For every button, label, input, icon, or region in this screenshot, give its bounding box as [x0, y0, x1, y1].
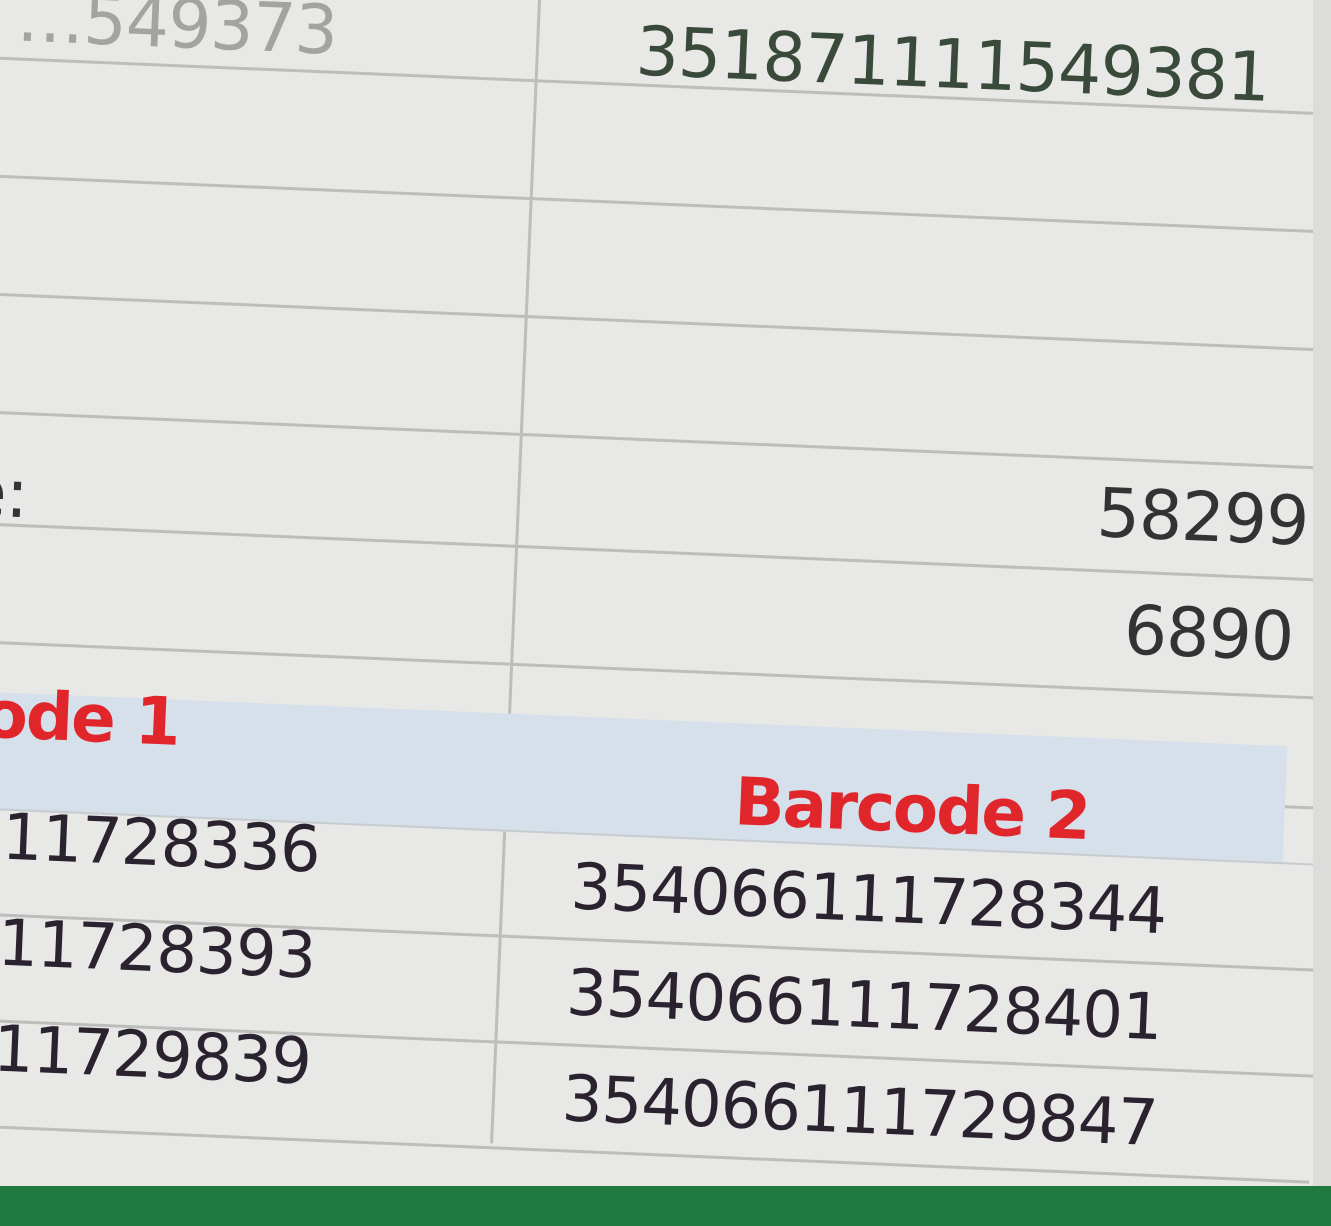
cell-value-6890[interactable]: 6890	[1122, 591, 1294, 677]
cell-label-partial[interactable]: e:	[0, 453, 29, 535]
header-barcode-1[interactable]: code 1	[0, 674, 180, 761]
cell-top-left-partial[interactable]: …549373	[15, 0, 339, 71]
cell-barcode-1[interactable]: 111728336	[0, 799, 321, 888]
cell-value-58299[interactable]: 58299	[1095, 474, 1309, 562]
cell-barcode-2[interactable]: 354066111729847	[560, 1062, 1158, 1161]
cell-barcode-2[interactable]: 354066111728344	[569, 850, 1167, 949]
spreadsheet-grid: …549373 351871111549381 58299 e: 6890 co…	[0, 0, 1331, 1226]
status-bar	[0, 1186, 1331, 1226]
screen-edge	[1313, 0, 1331, 1226]
spreadsheet-viewport: …549373 351871111549381 58299 e: 6890 co…	[0, 0, 1331, 1226]
cell-barcode-1[interactable]: 111728393	[0, 905, 317, 994]
header-barcode-2[interactable]: Barcode 2	[733, 763, 1091, 855]
cell-barcode-2[interactable]: 354066111728401	[565, 956, 1163, 1055]
cell-barcode-1[interactable]: 111729839	[0, 1011, 312, 1100]
